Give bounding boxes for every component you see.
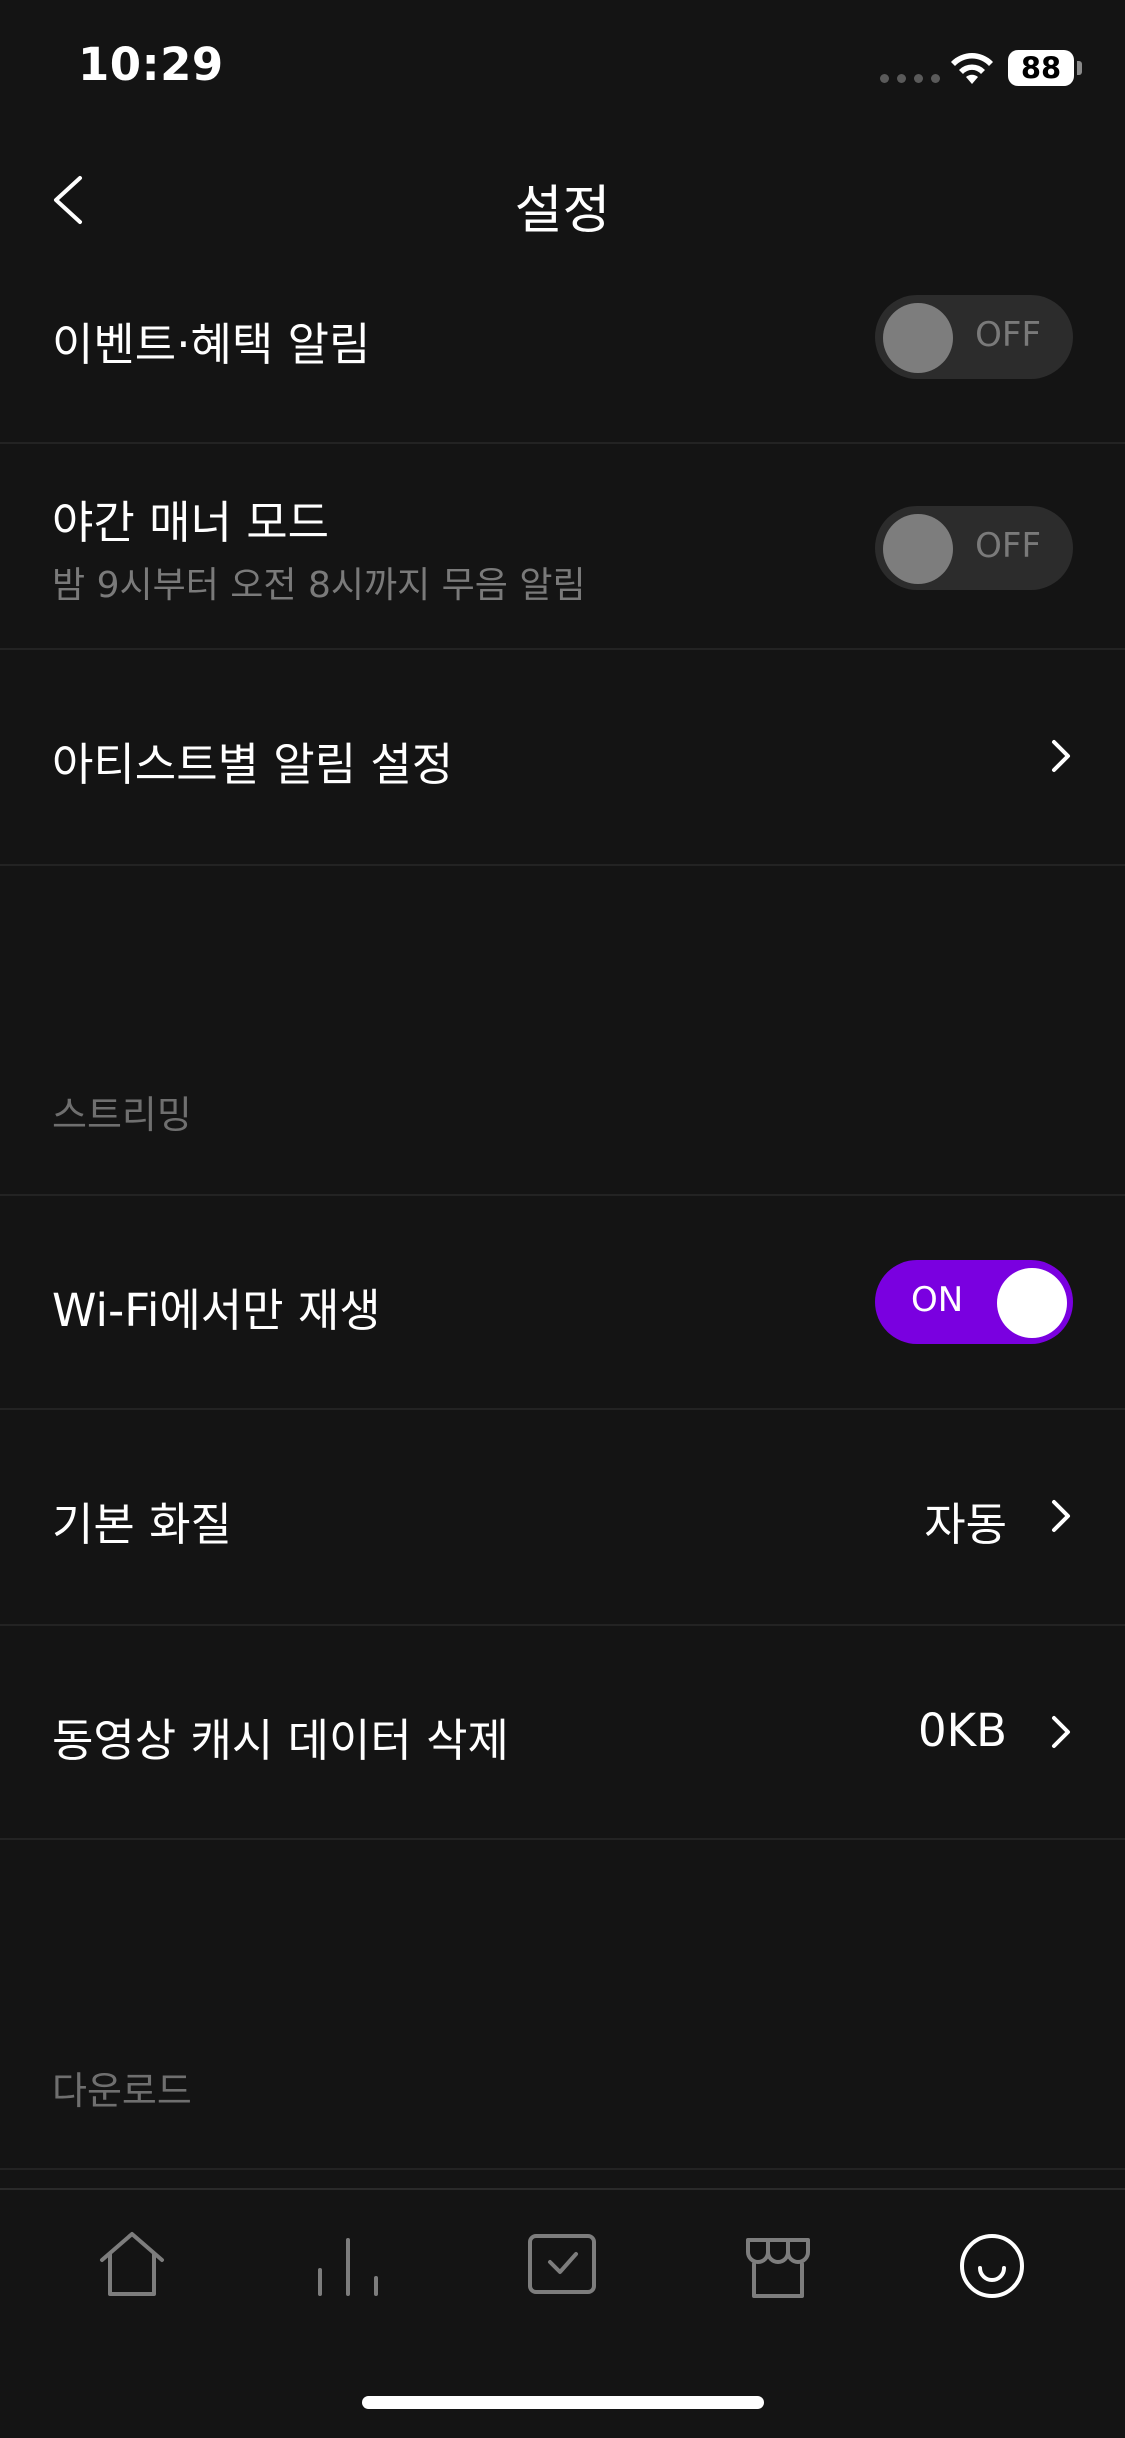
profile-icon[interactable] xyxy=(952,2226,1032,2306)
chart-icon[interactable] xyxy=(308,2226,388,2306)
event-alert-label: 이벤트·혜택 알림 xyxy=(52,318,371,371)
toggle-knob xyxy=(997,1268,1067,1338)
chevron-right-icon xyxy=(1052,740,1070,772)
settings-row-night-mode: 야간 매너 모드 밤 9시부터 오전 8시까지 무음 알림 OFF xyxy=(0,444,1125,650)
settings-row-video-cache[interactable]: 동영상 캐시 데이터 삭제 0KB xyxy=(0,1626,1125,1840)
event-alert-toggle[interactable]: OFF xyxy=(875,295,1073,379)
home-indicator xyxy=(362,2396,764,2409)
toggle-state-label: OFF xyxy=(975,526,1041,566)
toggle-knob xyxy=(883,514,953,584)
battery-icon: 88 xyxy=(1008,50,1074,86)
section-title-download: 다운로드 xyxy=(52,2069,192,2113)
wifi-icon xyxy=(951,53,993,84)
default-quality-label: 기본 화질 xyxy=(52,1498,232,1551)
night-mode-toggle[interactable]: OFF xyxy=(875,506,1073,590)
settings-row-artist-alert[interactable]: 아티스트별 알림 설정 xyxy=(0,650,1125,866)
battery-tip xyxy=(1077,61,1082,75)
video-cache-label: 동영상 캐시 데이터 삭제 xyxy=(52,1714,509,1767)
nav-bar: 설정 xyxy=(0,140,1125,260)
chevron-right-icon xyxy=(1052,1500,1070,1532)
settings-row-default-quality[interactable]: 기본 화질 자동 xyxy=(0,1410,1125,1626)
night-mode-label: 야간 매너 모드 xyxy=(52,496,330,549)
section-header-streaming: 스트리밍 xyxy=(0,866,1125,1196)
wifi-only-label: Wi-Fi에서만 재생 xyxy=(52,1284,381,1337)
cellular-signal-icon xyxy=(880,74,940,83)
home-icon[interactable] xyxy=(92,2226,172,2306)
artist-alert-label: 아티스트별 알림 설정 xyxy=(52,738,454,791)
section-title-streaming: 스트리밍 xyxy=(52,1093,192,1137)
page-title: 설정 xyxy=(514,181,611,241)
toggle-state-label: ON xyxy=(911,1280,964,1320)
section-header-download: 다운로드 xyxy=(0,1840,1125,2170)
library-icon[interactable] xyxy=(522,2226,602,2306)
status-time: 10:29 xyxy=(78,38,224,91)
wifi-only-toggle[interactable]: ON xyxy=(875,1260,1073,1344)
settings-row-wifi-only: Wi-Fi에서만 재생 ON xyxy=(0,1196,1125,1410)
night-mode-description: 밤 9시부터 오전 8시까지 무음 알림 xyxy=(52,565,586,606)
status-bar: 10:29 88 xyxy=(0,0,1125,132)
store-icon[interactable] xyxy=(738,2226,818,2306)
toggle-knob xyxy=(883,303,953,373)
toggle-state-label: OFF xyxy=(975,315,1041,355)
video-cache-value: 0KB xyxy=(917,1704,1007,1757)
settings-row-event-alert: 이벤트·혜택 알림 OFF xyxy=(0,260,1125,444)
default-quality-value: 자동 xyxy=(924,1498,1007,1551)
chevron-right-icon xyxy=(1052,1716,1070,1748)
